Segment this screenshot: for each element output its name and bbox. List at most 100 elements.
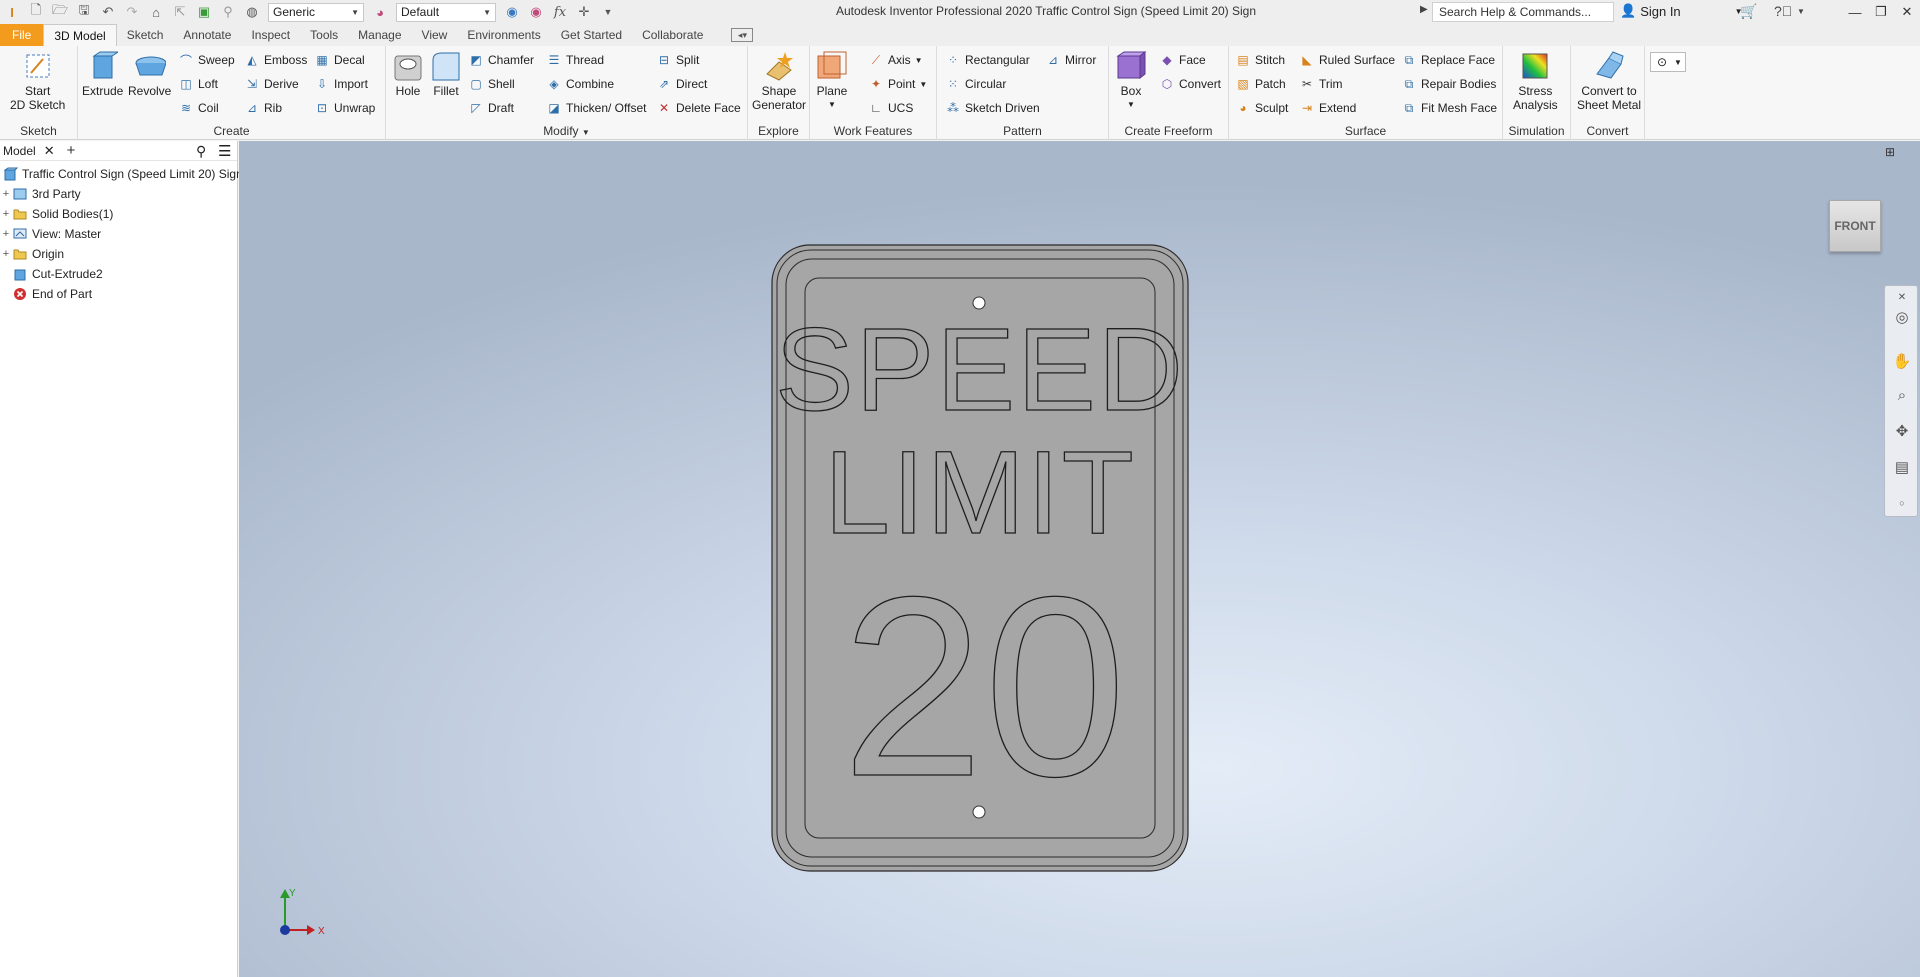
open-file-icon[interactable]: 🗁	[51, 2, 69, 21]
panel-title-modify[interactable]: Modify ▼	[386, 124, 747, 138]
inventor-logo-icon[interactable]: I	[3, 3, 21, 21]
import-button[interactable]: ⇩ Import	[314, 74, 368, 94]
appearance-combo[interactable]: Default ▼	[396, 2, 496, 22]
menu-icon[interactable]: ☰	[218, 142, 231, 160]
expand-icon[interactable]: +	[0, 248, 12, 260]
thicken-offset-button[interactable]: ◪ Thicken/ Offset	[546, 98, 646, 118]
tree-item-part[interactable]: Traffic Control Sign (Speed Limit 20) Si…	[0, 164, 243, 184]
tree-item-3rd-party[interactable]: + 3rd Party	[0, 184, 237, 204]
maximize-viewport-icon[interactable]: ⊞	[1885, 145, 1895, 159]
tree-item-cut-extrude2[interactable]: Cut-Extrude2	[0, 264, 237, 284]
select-icon[interactable]: ⇱	[171, 3, 189, 21]
ruled-surface-button[interactable]: ◣ Ruled Surface	[1299, 50, 1395, 70]
unwrap-button[interactable]: ⊡ Unwrap	[314, 98, 375, 118]
extend-button[interactable]: ⇥ Extend	[1299, 98, 1356, 118]
ribbon-options-dropdown[interactable]: ⊙ ▼	[1650, 52, 1686, 72]
customize-icon[interactable]: ▼	[599, 3, 617, 21]
tree-item-view-master[interactable]: + View: Master	[0, 224, 237, 244]
help-search-input[interactable]: Search Help & Commands...	[1432, 2, 1614, 22]
coil-button[interactable]: ≋ Coil	[178, 98, 219, 118]
add-browser-tab-icon[interactable]: +	[67, 142, 76, 159]
measure-icon[interactable]: ⚲	[219, 3, 237, 21]
clear-appearance-icon[interactable]: ◉	[527, 3, 545, 21]
start-2d-sketch-button[interactable]: Start 2D Sketch	[10, 50, 65, 112]
viewcube[interactable]: FRONT	[1829, 200, 1881, 252]
chamfer-button[interactable]: ◩ Chamfer	[468, 50, 534, 70]
tree-item-origin[interactable]: + Origin	[0, 244, 237, 264]
tree-item-end-of-part[interactable]: End of Part	[0, 284, 237, 304]
replace-face-button[interactable]: ⧉ Replace Face	[1401, 50, 1495, 70]
shell-button[interactable]: ▢ Shell	[468, 74, 514, 94]
fit-mesh-face-button[interactable]: ⧉ Fit Mesh Face	[1401, 98, 1497, 118]
tab-collaborate[interactable]: Collaborate	[632, 24, 713, 46]
loft-button[interactable]: ◫ Loft	[178, 74, 218, 94]
tab-annotate[interactable]: Annotate	[173, 24, 241, 46]
tab-view[interactable]: View	[412, 24, 458, 46]
help-dropdown-icon[interactable]: ▼	[1797, 7, 1805, 16]
adjust-appearance-icon[interactable]: ◉	[503, 3, 521, 21]
thread-button[interactable]: ☰ Thread	[546, 50, 604, 70]
undo-icon[interactable]: ↶	[99, 3, 117, 21]
close-icon[interactable]: ✕	[1891, 286, 1913, 308]
sketch-driven-pattern-button[interactable]: ⁂ Sketch Driven	[945, 98, 1040, 118]
expand-icon[interactable]: +	[0, 188, 12, 200]
update-icon[interactable]: ▣	[195, 3, 213, 21]
tab-sketch[interactable]: Sketch	[117, 24, 174, 46]
expand-icon[interactable]: +	[0, 228, 12, 240]
decal-button[interactable]: ▦ Decal	[314, 50, 364, 70]
tab-file[interactable]: File	[0, 24, 44, 46]
add-icon[interactable]: ✛	[575, 3, 593, 21]
hole-button[interactable]: Hole	[392, 50, 424, 98]
tree-item-solid-bodies[interactable]: + Solid Bodies(1)	[0, 204, 237, 224]
rectangular-pattern-button[interactable]: ⁘ Rectangular	[945, 50, 1030, 70]
direct-button[interactable]: ⇗ Direct	[656, 74, 707, 94]
stitch-button[interactable]: ▤ Stitch	[1235, 50, 1285, 70]
combine-button[interactable]: ◈ Combine	[546, 74, 614, 94]
split-button[interactable]: ⊟ Split	[656, 50, 699, 70]
expand-icon[interactable]: +	[0, 208, 12, 220]
help-icon[interactable]: ?⃝	[1774, 3, 1792, 19]
axis-button[interactable]: ⟋ Axis ▼	[868, 50, 923, 70]
zoom-icon[interactable]: ⌕	[1891, 384, 1913, 406]
chevron-right-icon[interactable]: ▶	[1420, 4, 1428, 15]
tab-inspect[interactable]: Inspect	[241, 24, 300, 46]
sign-in-button[interactable]: 👤 Sign In ▼	[1620, 3, 1743, 19]
search-icon[interactable]: ⚲	[196, 143, 206, 160]
ucs-button[interactable]: ∟ UCS	[868, 98, 913, 118]
cart-icon[interactable]: 🛒	[1740, 3, 1757, 20]
revolve-button[interactable]: Revolve	[128, 50, 171, 98]
patch-button[interactable]: ▧ Patch	[1235, 74, 1285, 94]
tab-get-started[interactable]: Get Started	[551, 24, 632, 46]
convert-freeform-button[interactable]: ⬡ Convert	[1159, 74, 1221, 94]
derive-button[interactable]: ⇲ Derive	[244, 74, 299, 94]
box-button[interactable]: Box ▼	[1115, 50, 1147, 112]
tab-tools[interactable]: Tools	[300, 24, 348, 46]
emboss-button[interactable]: ◭ Emboss	[244, 50, 307, 70]
home-icon[interactable]: ⌂	[147, 3, 165, 21]
browser-tab-model[interactable]: Model	[3, 144, 36, 158]
plane-button[interactable]: Plane ▼	[816, 50, 848, 112]
customize-icon[interactable]: ○	[1891, 492, 1913, 514]
repair-bodies-button[interactable]: ⧉ Repair Bodies	[1401, 74, 1497, 94]
delete-face-button[interactable]: ✕ Delete Face	[656, 98, 741, 118]
shape-generator-button[interactable]: Shape Generator	[752, 50, 806, 112]
tab-environments[interactable]: Environments	[457, 24, 550, 46]
close-icon[interactable]: ✕	[44, 143, 55, 159]
look-at-icon[interactable]: ▤	[1891, 456, 1913, 478]
speed-limit-sign-model[interactable]: SPEED LIMIT 20	[239, 141, 1920, 977]
face-button[interactable]: ◆ Face	[1159, 50, 1205, 70]
sweep-button[interactable]: ⌒ Sweep	[178, 50, 235, 70]
sculpt-button[interactable]: ◕ Sculpt	[1235, 98, 1288, 118]
restore-button[interactable]: ❐	[1868, 0, 1894, 24]
stress-analysis-button[interactable]: Stress Analysis	[1513, 50, 1558, 112]
close-button[interactable]: ✕	[1894, 0, 1920, 24]
redo-icon[interactable]: ↷	[123, 3, 141, 21]
point-button[interactable]: ✦ Point ▼	[868, 74, 927, 94]
material-combo[interactable]: Generic ▼	[268, 2, 364, 22]
mirror-button[interactable]: ⊿ Mirror	[1045, 50, 1096, 70]
tab-manage[interactable]: Manage	[348, 24, 411, 46]
convert-to-sheet-metal-button[interactable]: Convert to Sheet Metal	[1577, 50, 1641, 112]
draft-button[interactable]: ◸ Draft	[468, 98, 514, 118]
tab-3d-model[interactable]: 3D Model	[43, 24, 117, 46]
steering-wheel-icon[interactable]: ◎	[1891, 306, 1913, 328]
